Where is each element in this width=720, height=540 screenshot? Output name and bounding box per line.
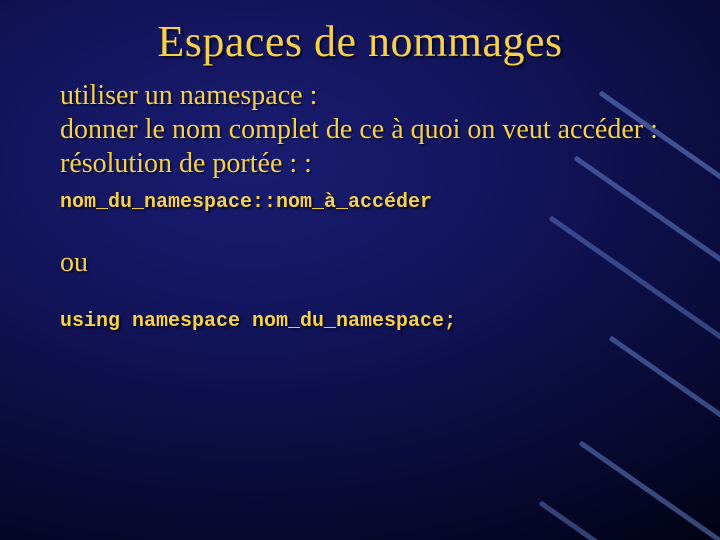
- body-line-3: résolution de portée : :: [60, 147, 660, 181]
- slide: Espaces de nommages utiliser un namespac…: [0, 0, 720, 540]
- body-or: ou: [60, 246, 660, 280]
- code-example-2: using namespace nom_du_namespace;: [60, 310, 660, 334]
- code-example-1: nom_du_namespace::nom_à_accéder: [60, 191, 660, 215]
- body-line-1: utiliser un namespace :: [60, 79, 660, 113]
- body-line-2: donner le nom complet de ce à quoi on ve…: [60, 113, 660, 147]
- slide-title: Espaces de nommages: [60, 16, 660, 67]
- slide-body: utiliser un namespace : donner le nom co…: [60, 79, 660, 334]
